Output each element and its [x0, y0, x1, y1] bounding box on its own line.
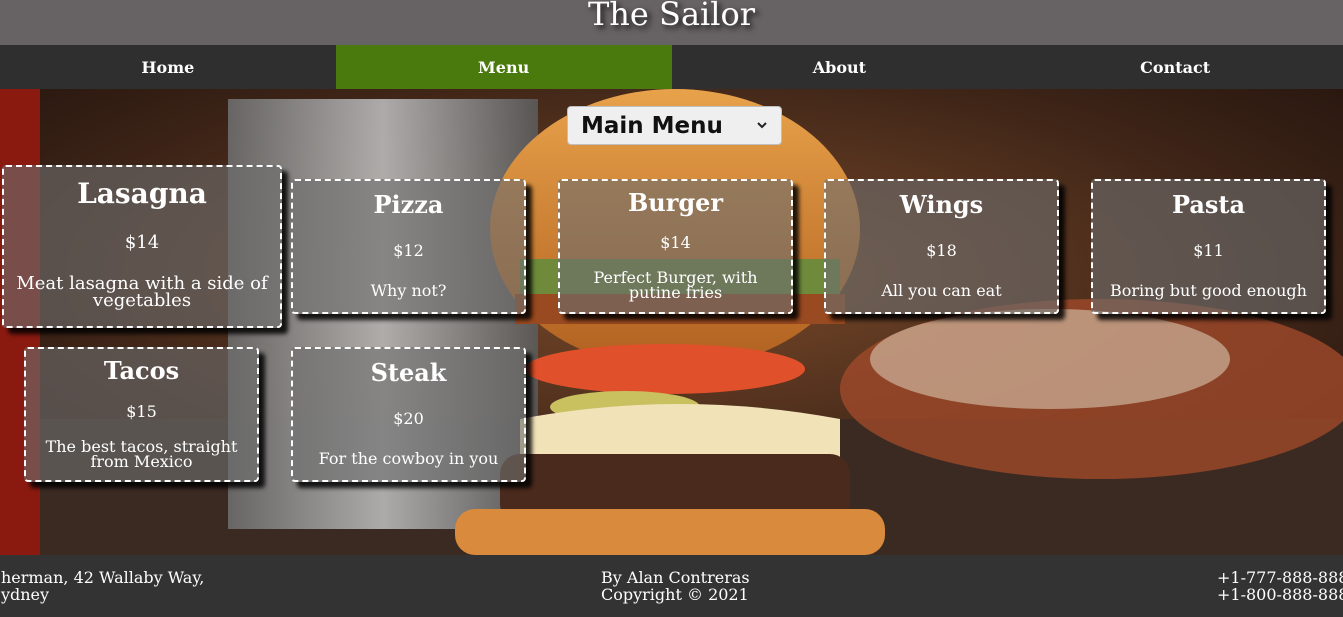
card-name: Pizza	[373, 190, 444, 219]
nav-about[interactable]: About	[672, 45, 1008, 89]
card-description: All you can eat	[881, 281, 1002, 300]
card-description: Boring but good enough	[1110, 281, 1307, 300]
card-name: Tacos	[103, 356, 180, 385]
menu-select-value: Main Menu	[581, 112, 723, 139]
card-price: $14	[124, 232, 160, 253]
chevron-down-icon	[757, 122, 767, 129]
card-price: $15	[126, 402, 157, 421]
menu-card-pizza[interactable]: Pizza $12 Why not?	[291, 179, 526, 314]
menu-card-steak[interactable]: Steak $20 For the cowboy in you	[291, 347, 526, 482]
card-price: $11	[1193, 241, 1224, 260]
footer-phone-2[interactable]: +1-800-888-888	[1217, 586, 1343, 603]
site-title: The Sailor	[587, 0, 756, 33]
footer-address-line1: Sherman, 42 Wallaby Way,	[0, 568, 205, 587]
card-description: Perfect Burger, with putine fries	[593, 268, 758, 303]
card-description: The best tacos, straight from Mexico	[45, 437, 238, 472]
nav-menu[interactable]: Menu	[335, 45, 672, 89]
card-name: Burger	[627, 188, 724, 217]
site-header: The Sailor	[0, 0, 1343, 45]
card-name: Pasta	[1171, 190, 1246, 219]
menu-card-wings[interactable]: Wings $18 All you can eat	[824, 179, 1059, 314]
footer-address: Sherman, 42 Wallaby Way, Sydney	[0, 569, 204, 603]
menu-card-tacos[interactable]: Tacos $15 The best tacos, straight from …	[24, 347, 259, 482]
footer-phones: +1-777-888-888 +1-800-888-888	[1217, 569, 1343, 603]
nav-home[interactable]: Home	[0, 45, 336, 89]
card-price: $20	[393, 409, 424, 428]
footer-copyright: Copyright © 2021	[601, 585, 749, 604]
card-description: For the cowboy in you	[318, 449, 499, 468]
menu-card-burger[interactable]: Burger $14 Perfect Burger, with putine f…	[558, 179, 793, 314]
card-description: Why not?	[370, 281, 447, 300]
footer-author: By Alan Contreras	[601, 568, 750, 587]
site-footer: Sherman, 42 Wallaby Way, Sydney By Alan …	[0, 555, 1343, 617]
menu-card-lasagna[interactable]: Lasagna $14 Meat lasagna with a side of …	[2, 165, 282, 328]
card-price: $18	[926, 241, 957, 260]
card-price: $12	[393, 241, 424, 260]
menu-card-pasta[interactable]: Pasta $11 Boring but good enough	[1091, 179, 1326, 314]
card-price: $14	[660, 233, 691, 252]
card-name: Wings	[899, 190, 984, 219]
menu-select[interactable]: Main Menu	[567, 106, 782, 145]
footer-phone-1[interactable]: +1-777-888-888	[1217, 569, 1343, 586]
card-name: Lasagna	[77, 177, 207, 210]
footer-address-line2: Sydney	[0, 585, 50, 604]
card-name: Steak	[370, 358, 447, 387]
nav-contact[interactable]: Contact	[1007, 45, 1343, 89]
main-nav: Home Menu About Contact	[0, 45, 1343, 89]
card-description: Meat lasagna with a side of vegetables	[16, 273, 268, 312]
footer-credits: By Alan Contreras Copyright © 2021	[601, 569, 750, 603]
